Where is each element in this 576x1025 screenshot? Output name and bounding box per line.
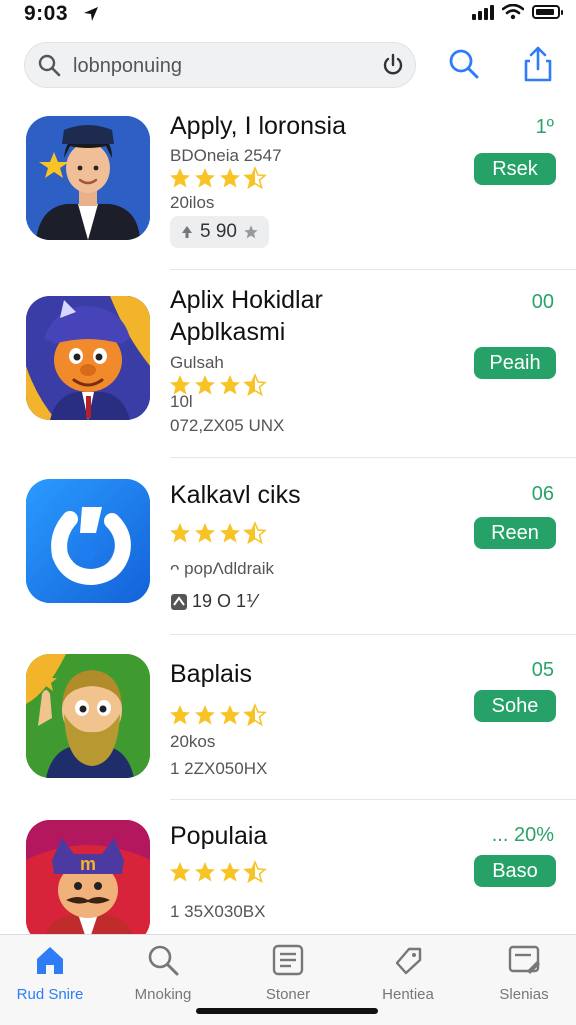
get-button[interactable]: Sohe — [474, 690, 556, 722]
star-icon — [170, 523, 190, 543]
divider — [170, 799, 576, 800]
chip-label: 5 90 — [200, 221, 237, 242]
app-size: 072,ZX05 UNX — [170, 416, 285, 435]
star-icon — [220, 375, 240, 395]
refresh-logo-icon — [26, 479, 150, 603]
app-name: Populaia — [170, 822, 268, 850]
get-button[interactable]: Baso — [474, 855, 556, 887]
app-chip: 5 90 — [170, 216, 269, 248]
app-rank: ... 20% — [491, 824, 554, 846]
tab-label: Rud Snire — [16, 986, 84, 1003]
search-bar[interactable] — [24, 42, 416, 88]
get-button[interactable]: Rsek — [474, 153, 556, 185]
person-avatar-icon — [26, 116, 150, 240]
mustache-character-icon: m — [26, 820, 150, 944]
get-button[interactable]: Reen — [474, 517, 556, 549]
app-rank: 00 — [531, 291, 554, 313]
app-size: 1 2ZX050HX — [170, 759, 268, 778]
app-rank: 06 — [531, 483, 554, 505]
tab-label: Hentiea — [382, 986, 434, 1003]
star-icon — [220, 523, 240, 543]
tab-home[interactable]: Rud Snire — [0, 943, 100, 1003]
app-subtitle: BDOneia 2547 — [170, 146, 282, 165]
app-reviews: 20ilos — [170, 193, 215, 212]
tab-settings[interactable]: Slenias — [474, 943, 574, 1003]
svg-text:m: m — [80, 854, 96, 874]
arrow-up-icon — [182, 226, 192, 238]
star-icon — [220, 168, 240, 188]
star-half-icon — [243, 860, 267, 884]
tab-search[interactable]: Mnoking — [113, 943, 213, 1003]
status-bar: 9:03 — [0, 0, 576, 30]
search-button-icon[interactable] — [447, 47, 481, 81]
app-name: Kalkavl ciks — [170, 481, 301, 509]
app-size: 1 35X030BX — [170, 902, 266, 921]
battery-icon — [532, 5, 563, 19]
star-half-icon — [243, 166, 267, 190]
star-icon — [195, 168, 215, 188]
tab-tags[interactable]: Hentiea — [358, 943, 458, 1003]
app-rank: 05 — [531, 659, 554, 681]
app-stats-label: 19 O 1⅟ — [192, 591, 257, 611]
app-reviews: 10l — [170, 392, 193, 411]
app-subtitle: ᴖ popΛdldraik — [170, 559, 274, 578]
tab-label: Slenias — [499, 986, 549, 1003]
star-rating — [168, 521, 267, 545]
star-half-icon — [243, 373, 267, 397]
star-half-icon — [243, 521, 267, 545]
home-icon — [37, 947, 63, 974]
app-rank: 1º — [535, 116, 554, 138]
badge-icon — [171, 593, 187, 610]
app-name: Aplix Hokidlar — [170, 286, 323, 314]
star-icon — [195, 705, 215, 725]
star-rating — [168, 166, 267, 190]
star-icon — [170, 862, 190, 882]
search-icon — [148, 945, 179, 976]
star-icon — [195, 523, 215, 543]
tag-icon — [395, 947, 422, 975]
app-name: Baplais — [170, 660, 252, 688]
app-subtitle: Gulsah — [170, 353, 224, 372]
divider — [170, 457, 576, 458]
share-icon[interactable] — [522, 45, 554, 83]
star-icon — [170, 705, 190, 725]
location-arrow-icon — [84, 7, 98, 21]
app-icon[interactable] — [26, 479, 150, 603]
home-indicator — [196, 1008, 378, 1014]
app-reviews: 20kos — [170, 732, 216, 751]
star-icon — [195, 862, 215, 882]
star-icon — [220, 862, 240, 882]
tab-label: Stoner — [265, 986, 311, 1003]
status-time: 9:03 — [24, 2, 69, 25]
get-button[interactable]: Peaih — [474, 347, 556, 379]
document-icon — [272, 944, 304, 976]
star-icon — [195, 375, 215, 395]
app-name: Apply, I loronsia — [170, 112, 347, 140]
wifi-icon — [502, 4, 524, 20]
app-icon[interactable] — [26, 116, 150, 240]
app-name-line2: Apblkasmi — [170, 318, 286, 346]
divider — [170, 269, 576, 270]
tab-store[interactable]: Stoner — [238, 943, 338, 1003]
star-outline-icon — [244, 225, 258, 239]
cellular-signal-icon — [472, 4, 494, 20]
bearded-man-icon — [26, 654, 150, 778]
search-icon — [38, 54, 61, 77]
cartoon-character-icon — [26, 296, 150, 420]
star-icon — [170, 168, 190, 188]
tab-label: Mnoking — [134, 986, 192, 1003]
app-stats: 19 O 1⅟ — [170, 591, 256, 612]
star-half-icon — [243, 703, 267, 727]
power-icon[interactable] — [381, 52, 405, 78]
star-icon — [220, 705, 240, 725]
divider — [170, 634, 576, 635]
app-icon[interactable] — [26, 296, 150, 420]
edit-icon — [508, 945, 540, 974]
star-rating — [168, 703, 267, 727]
search-input[interactable] — [71, 51, 375, 81]
app-icon[interactable]: m — [26, 820, 150, 944]
star-rating — [168, 860, 267, 884]
app-icon[interactable] — [26, 654, 150, 778]
